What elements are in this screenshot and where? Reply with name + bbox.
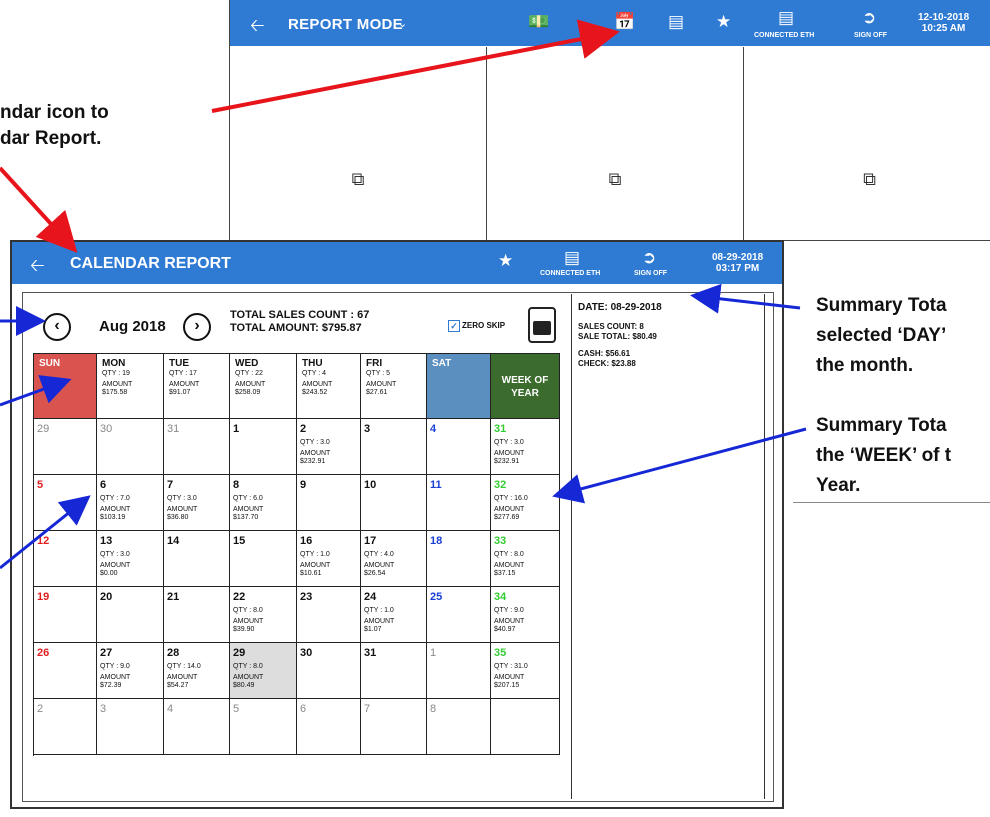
arrow-to-calendar-title bbox=[0, 166, 78, 253]
arrow-to-week-cell bbox=[552, 427, 807, 504]
arrow-to-day-cell bbox=[0, 495, 91, 570]
arrow-to-header bbox=[0, 375, 72, 407]
arrow-to-calendar-icon bbox=[211, 19, 620, 113]
arrow-to-summary-date bbox=[690, 283, 801, 314]
annotation-arrows bbox=[0, 19, 807, 570]
